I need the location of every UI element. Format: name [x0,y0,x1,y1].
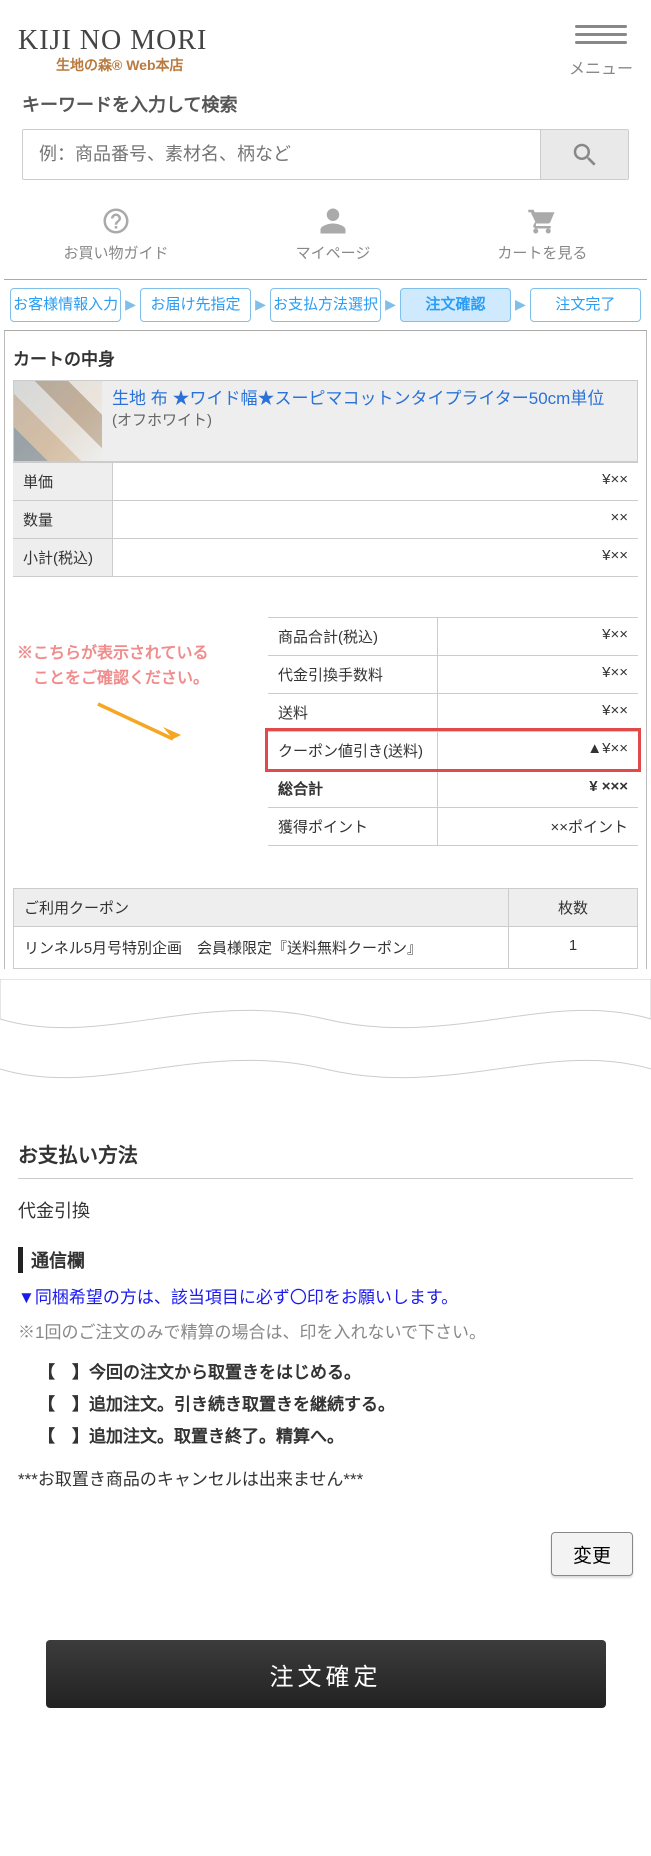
coupon-discount-row: クーポン値引き(送料)▲¥×× [268,731,638,769]
cod-fee-label: 代金引換手数料 [268,656,438,693]
cancel-note: ***お取置き商品のキャンセルは出来ません*** [18,1465,633,1490]
comm-options: 【 】今回の注文から取置きをはじめる。 【 】追加注文。引き続き取置きを継続する… [18,1357,633,1454]
price-table: 単価¥×× 数量×× 小計(税込)¥×× [13,462,638,577]
step-complete[interactable]: 注文完了 [530,288,641,322]
shipping-label: 送料 [268,694,438,731]
grand-total-value: ¥ ××× [438,770,638,807]
search-form [22,129,629,180]
coupon-label: クーポン値引き(送料) [268,732,438,769]
comm-option-3: 【 】追加注文。取置き終了。精算へ。 [18,1421,633,1453]
cart-icon [527,206,557,236]
chevron-right-icon: ▶ [515,296,526,313]
logo-main-text: KIJI NO MORI [18,25,207,57]
change-button[interactable]: 変更 [551,1532,633,1576]
comm-option-2: 【 】追加注文。引き続き取置きを継続する。 [18,1389,633,1421]
cod-fee-value: ¥×× [438,656,638,693]
nav-cart-label: カートを見る [497,242,587,263]
points-value: ××ポイント [438,808,638,845]
item-total-label: 商品合計(税込) [268,618,438,655]
search-button[interactable] [540,130,628,179]
confirm-order-button[interactable]: 注文確定 [46,1640,606,1708]
menu-label: メニュー [569,55,633,79]
nav-cart[interactable]: カートを見る [497,206,587,263]
coupon-used-table: ご利用クーポン 枚数 リンネル5月号特別企画 会員様限定『送料無料クーポン』 1 [13,888,638,969]
coupon-col-qty: 枚数 [509,889,637,926]
nav-guide[interactable]: お買い物ガイド [64,206,169,263]
user-icon [318,206,348,236]
step-payment[interactable]: お支払方法選択 [270,288,381,322]
search-input[interactable] [23,130,540,179]
coupon-qty: 1 [509,927,637,968]
search-title: キーワードを入力して検索 [22,91,629,117]
points-label: 獲得ポイント [268,808,438,845]
nav-mypage-label: マイページ [296,242,371,263]
summary-table: 商品合計(税込)¥×× 代金引換手数料¥×× 送料¥×× クーポン値引き(送料)… [268,617,638,846]
coupon-name: リンネル5月号特別企画 会員様限定『送料無料クーポン』 [14,927,509,968]
shipping-value: ¥×× [438,694,638,731]
product-link[interactable]: 生地 布 ★ワイド幅★スーピマコットンタイプライター50cm単位 [112,389,604,408]
step-confirm[interactable]: 注文確認 [400,288,511,322]
payment-method: 代金引換 [18,1179,633,1235]
checkout-stepbar: お客様情報入力 ▶ お届け先指定 ▶ お支払方法選択 ▶ 注文確認 ▶ 注文完了 [10,288,641,322]
unit-price-value: ¥×× [113,463,638,500]
grand-total-label: 総合計 [268,770,438,807]
product-image [14,381,102,461]
callout-text: ※こちらが表示されている ことをご確認ください。 [17,641,209,692]
qty-label: 数量 [13,501,113,538]
hamburger-icon [575,20,627,49]
arrow-icon [93,699,193,749]
qty-value: ×× [113,501,638,538]
item-total-value: ¥×× [438,618,638,655]
subtotal-value: ¥×× [113,539,638,576]
help-icon [101,206,131,236]
search-icon [570,140,600,170]
comm-title: 通信欄 [18,1247,633,1273]
site-logo[interactable]: KIJI NO MORI 生地の森® Web本店 [18,25,207,75]
step-customer-info[interactable]: お客様情報入力 [10,288,121,322]
coupon-value: ▲¥×× [438,732,638,769]
nav-guide-label: お買い物ガイド [64,242,169,263]
comm-option-1: 【 】今回の注文から取置きをはじめる。 [18,1357,633,1389]
logo-sub-text: 生地の森® Web本店 [56,55,207,75]
nav-mypage[interactable]: マイページ [296,206,371,263]
product-row: 生地 布 ★ワイド幅★スーピマコットンタイプライター50cm単位 (オフホワイト… [13,380,638,462]
chevron-right-icon: ▶ [255,296,266,313]
cart-title: カートの中身 [5,331,646,380]
chevron-right-icon: ▶ [125,296,136,313]
comm-note: ※1回のご注文のみで精算の場合は、印を入れないで下さい。 [18,1318,633,1343]
step-shipping[interactable]: お届け先指定 [140,288,251,322]
payment-title: お支払い方法 [18,1139,633,1179]
product-variant: (オフホワイト) [112,410,604,431]
subtotal-label: 小計(税込) [13,539,113,576]
coupon-col-name: ご利用クーポン [14,889,509,926]
comm-instruction: ▼同梱希望の方は、該当項目に必ず〇印をお願いします。 [18,1283,633,1308]
section-separator [0,979,651,1109]
unit-price-label: 単価 [13,463,113,500]
menu-button[interactable]: メニュー [569,20,633,79]
chevron-right-icon: ▶ [385,296,396,313]
